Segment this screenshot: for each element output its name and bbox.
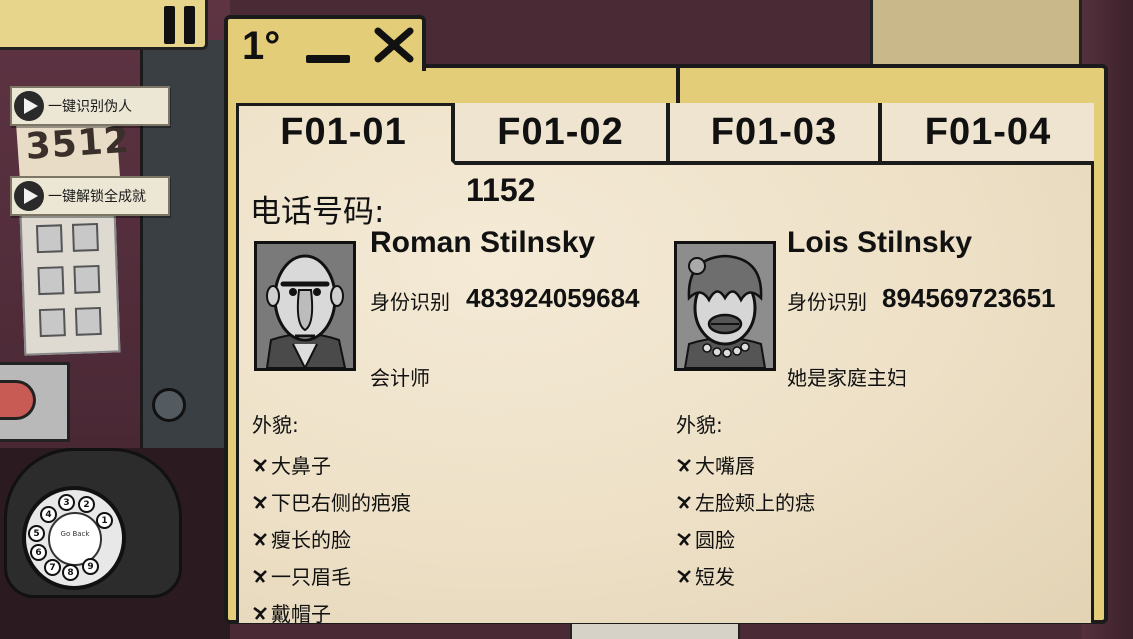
resident-id-label: 身份识别 [787, 290, 867, 314]
appearance-label: 外貌: [252, 413, 299, 437]
appearance-trait: 一只眉毛 [252, 557, 411, 594]
id-photo-thumb [37, 266, 65, 296]
star-bullet-icon [253, 606, 267, 620]
id-photo-thumb [74, 306, 102, 336]
dial-digit[interactable]: 5 [28, 525, 45, 542]
appearance-label: 外貌: [676, 413, 723, 437]
trait-text: 瘦长的脸 [271, 528, 351, 552]
resident-id-value: 894569723651 [882, 283, 1056, 313]
folder-title-tab: 1° [224, 15, 426, 71]
phone-number-value: 1152 [466, 172, 536, 208]
appearance-trait: 大鼻子 [252, 446, 411, 483]
trait-text: 戴帽子 [271, 602, 331, 626]
star-bullet-icon [253, 532, 267, 546]
resident-name: Roman Stilnsky [370, 226, 596, 259]
id-photo-thumb [38, 308, 66, 338]
appearance-trait: 瘦长的脸 [252, 520, 411, 557]
pause-button[interactable] [0, 0, 208, 50]
minimize-button[interactable] [306, 55, 350, 63]
cheat-button-identify-impostor[interactable]: 一键识别伪人 [10, 86, 170, 126]
id-photo-thumb [35, 224, 63, 254]
background-board [870, 0, 1082, 68]
tab-f01-04[interactable]: F01-04 [882, 103, 1094, 165]
resident-name: Lois Stilnsky [787, 226, 973, 259]
trait-text: 大鼻子 [271, 454, 331, 478]
appearance-trait: 短发 [676, 557, 815, 594]
dial-digit[interactable]: 8 [62, 564, 79, 581]
folder-divider [676, 66, 680, 104]
pause-icon [164, 6, 198, 44]
trait-text: 大嘴唇 [695, 454, 755, 478]
appearance-trait: 圆脸 [676, 520, 815, 557]
star-bullet-icon [677, 569, 691, 583]
star-bullet-icon [677, 495, 691, 509]
appearance-trait-list: 大鼻子 下巴右侧的疤痕 瘦长的脸 一只眉毛 戴帽子 [252, 446, 411, 631]
bald-man-portrait-icon [254, 241, 356, 371]
star-bullet-icon [253, 569, 267, 583]
id-photo-thumb [71, 222, 99, 252]
resident-occupation: 她是家庭主妇 [787, 366, 907, 390]
resident-id-label: 身份识别 [370, 290, 450, 314]
dial-digit[interactable]: 6 [30, 544, 47, 561]
cheat-button-unlock-achievements[interactable]: 一键解锁全成就 [10, 176, 170, 216]
trait-text: 一只眉毛 [271, 565, 351, 589]
close-icon[interactable] [374, 27, 414, 63]
cheat-button-label: 一键识别伪人 [48, 99, 132, 115]
dial-digit[interactable]: 1 [96, 512, 113, 529]
tab-f01-01[interactable]: F01-01 [236, 103, 455, 165]
dial-digit[interactable]: 9 [82, 558, 99, 575]
trait-text: 圆脸 [695, 528, 735, 552]
play-icon [14, 181, 44, 211]
apartment-tabs: F01-01 F01-02 F01-03 F01-04 [236, 103, 1094, 165]
trait-text: 下巴右侧的疤痕 [271, 491, 411, 515]
appearance-trait-list: 大嘴唇 左脸颊上的痣 圆脸 短发 [676, 446, 815, 594]
trait-text: 左脸颊上的痣 [695, 491, 815, 515]
dial-digit[interactable]: 7 [44, 559, 61, 576]
id-photo-thumb [73, 264, 101, 294]
star-bullet-icon [253, 495, 267, 509]
appearance-trait: 下巴右侧的疤痕 [252, 483, 411, 520]
resident-id-value: 483924059684 [466, 283, 640, 313]
dial-digit[interactable]: 3 [58, 494, 75, 511]
appearance-trait: 戴帽子 [252, 594, 411, 631]
floor-index-label: 1° [242, 24, 281, 68]
play-icon [14, 91, 44, 121]
tab-f01-02[interactable]: F01-02 [455, 103, 670, 165]
star-bullet-icon [677, 458, 691, 472]
appearance-trait: 左脸颊上的痣 [676, 483, 815, 520]
appearance-trait: 大嘴唇 [676, 446, 815, 483]
star-bullet-icon [253, 458, 267, 472]
resident-occupation: 会计师 [370, 366, 430, 390]
tab-f01-03[interactable]: F01-03 [670, 103, 882, 165]
background-id-sheet [19, 210, 121, 356]
star-bullet-icon [677, 532, 691, 546]
curly-hair-woman-portrait-icon [674, 241, 776, 371]
phone-number-label: 电话号码: [250, 194, 385, 230]
dial-digit[interactable]: 2 [78, 496, 95, 513]
trait-text: 短发 [695, 565, 735, 589]
cheat-button-label: 一键解锁全成就 [48, 189, 146, 205]
panel-knob [152, 388, 186, 422]
dial-digit[interactable]: 4 [40, 506, 57, 523]
